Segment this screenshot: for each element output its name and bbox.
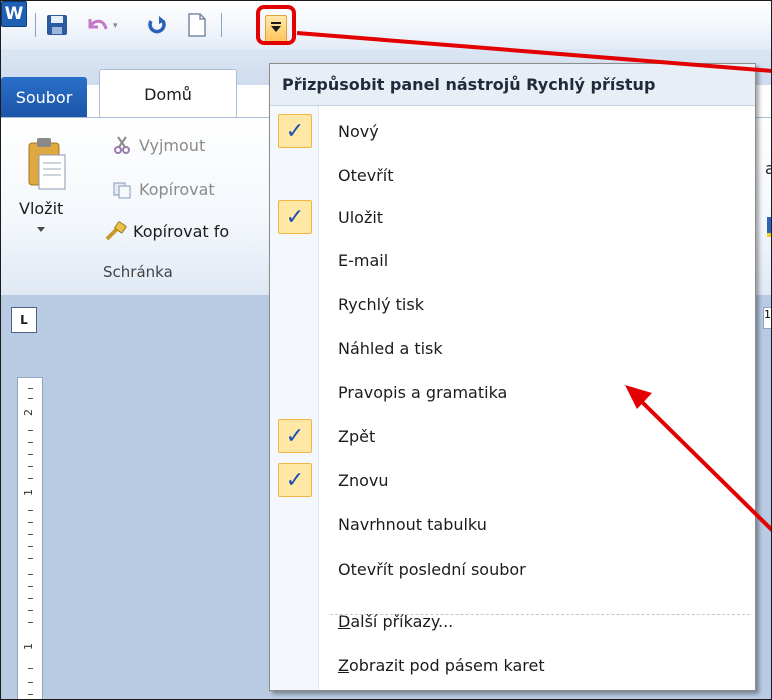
menu-item-undo[interactable]: ✓ Zpět (270, 415, 755, 457)
menu-item-check (278, 375, 312, 409)
ribbon-partial-icon (767, 233, 771, 237)
paste-dropdown-icon[interactable] (37, 227, 45, 232)
format-painter-icon (105, 221, 127, 241)
menu-item-print-preview[interactable]: Náhled a tisk (270, 327, 755, 369)
redo-icon[interactable] (143, 11, 171, 39)
menu-item-label: Nový (338, 121, 379, 141)
format-painter-label: Kopírovat fo (133, 221, 230, 241)
menu-item-label: Pravopis a gramatika (338, 382, 508, 402)
format-painter-button[interactable]: Kopírovat fo (105, 221, 229, 241)
checkmark-icon (278, 158, 312, 192)
menu-item-label: Zpět (338, 426, 376, 446)
menu-item-check: ✓ (278, 200, 312, 234)
menu-item-new[interactable]: ✓ Nový (270, 110, 755, 152)
checkmark-icon: ✓ (285, 204, 305, 230)
menu-item-redo[interactable]: ✓ Znovu (270, 459, 755, 501)
horizontal-ruler: 1 (763, 307, 771, 329)
copy-label: Kopírovat (139, 179, 215, 199)
tab-home[interactable]: Domů (99, 69, 237, 119)
menu-item-label: Náhled a tisk (338, 338, 443, 358)
ribbon-partial-text: a (765, 159, 771, 178)
undo-icon[interactable] (83, 11, 111, 39)
ruler-number: 1 (22, 643, 35, 650)
checkmark-icon (278, 331, 312, 365)
menu-item-label: Znovu (338, 470, 389, 490)
word-app-icon[interactable]: W (1, 1, 27, 27)
clipboard-group-label: Schránka (103, 263, 173, 281)
ruler-number: 1 (22, 489, 35, 496)
undo-dropdown-icon[interactable]: ▾ (113, 21, 118, 31)
paste-button-label[interactable]: Vložit (19, 199, 63, 218)
menu-item-draw-table[interactable]: Navrhnout tabulku (270, 503, 755, 545)
checkmark-icon: ✓ (285, 118, 305, 144)
menu-item-open-recent[interactable]: Otevřít poslední soubor (270, 548, 755, 590)
copy-button[interactable]: Kopírovat (111, 179, 215, 199)
menu-item-check (278, 552, 312, 586)
menu-item-label: Uložit (338, 207, 384, 227)
checkmark-icon (278, 375, 312, 409)
menu-item-check: ✓ (278, 463, 312, 497)
quick-access-toolbar: W ▾ (1, 1, 771, 49)
cut-button[interactable]: Vyjmout (111, 135, 205, 155)
ribbon-partial-icon (767, 217, 771, 233)
checkmark-icon: ✓ (285, 467, 305, 493)
menu-item-label: Zobrazit pod pásem karet (338, 655, 545, 675)
qat-separator (221, 13, 222, 37)
menu-item-label: Navrhnout tabulku (338, 514, 487, 534)
checkmark-icon: ✓ (285, 423, 305, 449)
menu-item-label: Další příkazy... (338, 611, 454, 631)
menu-item-more-commands[interactable]: Další příkazy... (270, 600, 755, 642)
checkmark-icon (278, 287, 312, 321)
paste-icon[interactable] (25, 135, 69, 193)
menu-item-label: Otevřít poslední soubor (338, 559, 526, 579)
scissors-icon (111, 135, 133, 155)
menu-item-check: ✓ (278, 114, 312, 148)
menu-item-quick-print[interactable]: Rychlý tisk (270, 283, 755, 325)
menu-item-email[interactable]: E-mail (270, 239, 755, 281)
new-document-icon[interactable] (183, 11, 211, 39)
menu-item-show-below-ribbon[interactable]: Zobrazit pod pásem karet (270, 644, 755, 686)
checkmark-icon (278, 243, 312, 277)
checkmark-icon (278, 552, 312, 586)
tab-file[interactable]: Soubor (1, 77, 87, 117)
menu-item-check: ✓ (278, 419, 312, 453)
qat-separator (35, 13, 36, 37)
menu-item-spelling[interactable]: Pravopis a gramatika (270, 371, 755, 413)
menu-item-check (278, 287, 312, 321)
vertical-ruler: 2 1 1 (17, 377, 43, 699)
menu-item-check (278, 331, 312, 365)
save-icon[interactable] (43, 11, 71, 39)
ruler-number: 2 (22, 409, 35, 416)
customize-qat-menu: Přizpůsobit panel nástrojů Rychlý přístu… (269, 63, 756, 691)
annotation-highlight-box (256, 5, 296, 45)
menu-item-label: Rychlý tisk (338, 294, 424, 314)
word-window: W ▾ Soubor Domů Vložit Vyjmout Kopírovat… (0, 0, 772, 700)
menu-item-check (278, 158, 312, 192)
menu-item-check (278, 243, 312, 277)
menu-item-check (278, 507, 312, 541)
copy-icon (111, 179, 133, 199)
menu-item-save[interactable]: ✓ Uložit (270, 196, 755, 238)
menu-item-label: Otevřít (338, 165, 394, 185)
tab-selector-button[interactable]: L (11, 307, 37, 333)
menu-title: Přizpůsobit panel nástrojů Rychlý přístu… (270, 64, 755, 106)
menu-item-label: E-mail (338, 250, 389, 270)
cut-label: Vyjmout (139, 135, 206, 155)
checkmark-icon (278, 507, 312, 541)
menu-item-open[interactable]: Otevřít (270, 154, 755, 196)
